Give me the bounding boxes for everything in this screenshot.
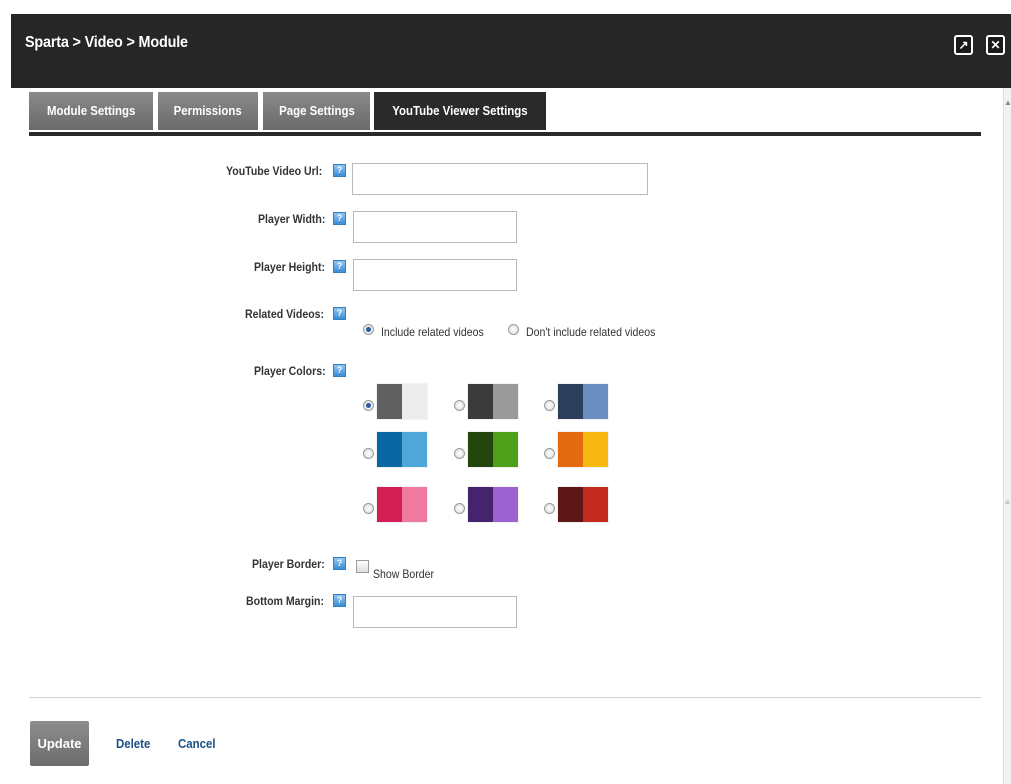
swatch-primary-color <box>558 384 583 419</box>
help-icon[interactable]: ? <box>333 557 346 570</box>
delete-link[interactable]: Delete <box>116 736 155 751</box>
tab-underline <box>29 132 981 136</box>
player-color-swatch[interactable] <box>468 384 518 419</box>
swatch-primary-color <box>377 384 402 419</box>
player-border-label: Player Border: <box>252 557 326 571</box>
swatch-secondary-color <box>493 432 518 467</box>
player-color-radio[interactable] <box>363 400 374 411</box>
bottom-margin-input[interactable] <box>353 596 517 628</box>
player-color-radio[interactable] <box>454 400 465 411</box>
tab-youtube-viewer-settings[interactable]: YouTube Viewer Settings <box>374 92 546 130</box>
player-color-radio[interactable] <box>454 448 465 459</box>
player-color-radio[interactable] <box>363 503 374 514</box>
player-color-swatch[interactable] <box>377 384 427 419</box>
player-color-radio[interactable] <box>454 503 465 514</box>
related-videos-include-radio[interactable] <box>363 324 374 335</box>
player-color-swatch[interactable] <box>558 432 608 467</box>
player-color-radio[interactable] <box>363 448 374 459</box>
player-color-radio[interactable] <box>544 503 555 514</box>
swatch-secondary-color <box>583 384 608 419</box>
help-icon[interactable]: ? <box>333 260 346 273</box>
player-width-input[interactable] <box>353 211 517 243</box>
player-color-swatch[interactable] <box>377 487 427 522</box>
scroll-grip-icon[interactable]: ≡ <box>1005 498 1010 508</box>
swatch-primary-color <box>377 432 402 467</box>
swatch-secondary-color <box>402 384 427 419</box>
dialog-content: Module Settings Permissions Page Setting… <box>11 88 1011 784</box>
scroll-up-icon[interactable]: ▲ <box>1004 98 1011 107</box>
show-border-checkbox[interactable] <box>356 560 369 573</box>
help-icon[interactable]: ? <box>333 364 346 377</box>
player-color-swatch[interactable] <box>377 432 427 467</box>
related-videos-include-label[interactable]: Include related videos <box>381 325 498 339</box>
player-color-swatch[interactable] <box>468 487 518 522</box>
help-icon[interactable]: ? <box>333 307 346 320</box>
tab-module-settings[interactable]: Module Settings <box>29 92 153 130</box>
related-videos-exclude-label[interactable]: Don't include related videos <box>526 325 673 339</box>
dialog-titlebar: Sparta > Video > Module ↗ ✕ <box>11 14 1011 88</box>
dialog-title: Sparta > Video > Module <box>25 34 188 51</box>
related-videos-exclude-radio[interactable] <box>508 324 519 335</box>
tab-permissions[interactable]: Permissions <box>158 92 258 130</box>
close-icon[interactable]: ✕ <box>986 35 1005 55</box>
footer-divider <box>29 697 981 698</box>
player-height-input[interactable] <box>353 259 517 291</box>
related-videos-label: Related Videos: <box>245 307 325 321</box>
player-color-radio[interactable] <box>544 448 555 459</box>
player-colors-label: Player Colors: <box>253 364 326 378</box>
player-color-swatch[interactable] <box>558 487 608 522</box>
youtube-url-input[interactable] <box>352 163 648 195</box>
swatch-secondary-color <box>493 384 518 419</box>
swatch-primary-color <box>468 384 493 419</box>
help-icon[interactable]: ? <box>333 594 346 607</box>
help-icon[interactable]: ? <box>333 212 346 225</box>
swatch-primary-color <box>558 432 583 467</box>
swatch-secondary-color <box>402 487 427 522</box>
swatch-secondary-color <box>583 432 608 467</box>
swatch-primary-color <box>468 432 493 467</box>
swatch-primary-color <box>558 487 583 522</box>
scrollbar[interactable]: ▲ ≡ <box>1003 88 1011 784</box>
show-border-label[interactable]: Show Border <box>373 567 442 581</box>
cancel-link[interactable]: Cancel <box>178 736 221 751</box>
player-color-swatch[interactable] <box>468 432 518 467</box>
swatch-secondary-color <box>402 432 427 467</box>
player-color-radio[interactable] <box>544 400 555 411</box>
swatch-secondary-color <box>583 487 608 522</box>
top-strip <box>0 0 1011 14</box>
bottom-margin-label: Bottom Margin: <box>246 594 325 608</box>
tab-page-settings[interactable]: Page Settings <box>263 92 370 130</box>
youtube-url-label: YouTube Video Url: <box>225 164 322 178</box>
player-color-swatch[interactable] <box>558 384 608 419</box>
swatch-primary-color <box>468 487 493 522</box>
popout-icon[interactable]: ↗ <box>954 35 973 55</box>
player-width-label: Player Width: <box>258 212 326 226</box>
player-height-label: Player Height: <box>254 260 326 274</box>
swatch-primary-color <box>377 487 402 522</box>
swatch-secondary-color <box>493 487 518 522</box>
update-button[interactable]: Update <box>30 721 89 766</box>
help-icon[interactable]: ? <box>333 164 346 177</box>
